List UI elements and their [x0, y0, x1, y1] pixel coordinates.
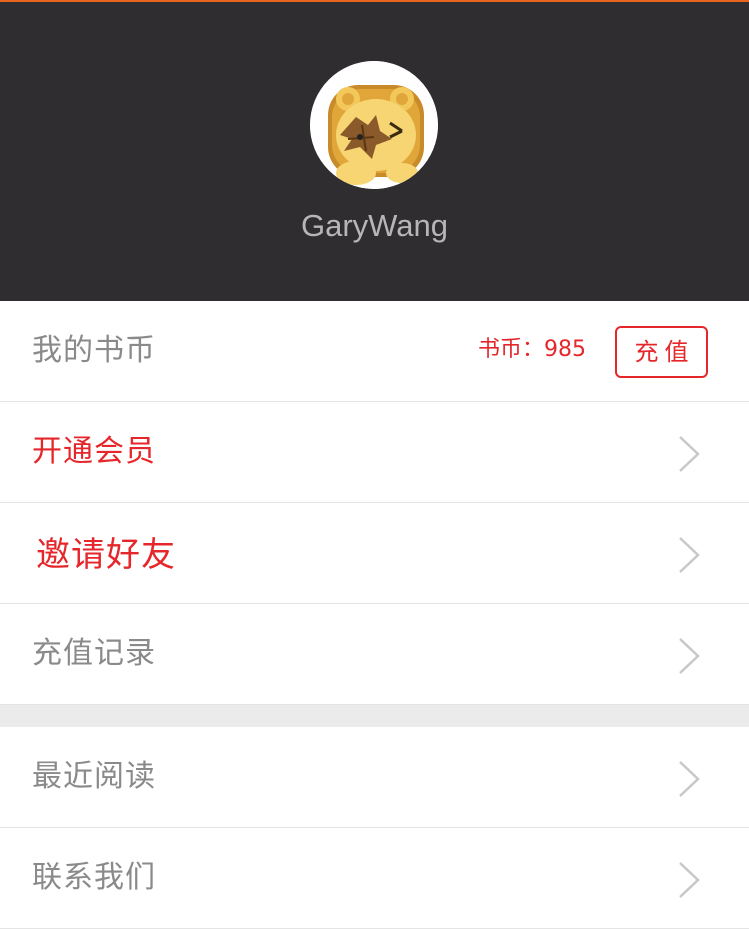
profile-header: GaryWang: [0, 0, 749, 301]
menu-item-vip[interactable]: 开通会员: [0, 402, 749, 503]
contact-label: 联系我们: [32, 860, 156, 895]
user-avatar[interactable]: [310, 61, 438, 189]
recharge-history-label: 充值记录: [32, 636, 156, 671]
vip-label: 开通会员: [32, 434, 156, 469]
menu-item-recent-reading[interactable]: 最近阅读: [0, 727, 749, 828]
invite-label: 邀请好友: [36, 535, 176, 575]
lion-avatar-icon: [310, 61, 438, 189]
chevron-right-icon: [679, 537, 700, 573]
chevron-right-icon: [679, 761, 700, 797]
chevron-right-icon: [679, 436, 700, 472]
my-coins-label: 我的书币: [32, 333, 156, 368]
recent-reading-label: 最近阅读: [32, 759, 156, 794]
menu-item-contact[interactable]: 联系我们: [0, 828, 749, 929]
chevron-right-icon: [679, 862, 700, 898]
username: GaryWang: [300, 208, 448, 243]
menu-item-invite[interactable]: 邀请好友: [0, 503, 749, 604]
coin-balance: 书币：985: [478, 337, 586, 362]
chevron-right-icon: [679, 638, 700, 674]
recharge-button[interactable]: 充值: [615, 326, 708, 378]
section-divider: [0, 705, 749, 727]
menu-item-recharge-history[interactable]: 充值记录: [0, 604, 749, 705]
